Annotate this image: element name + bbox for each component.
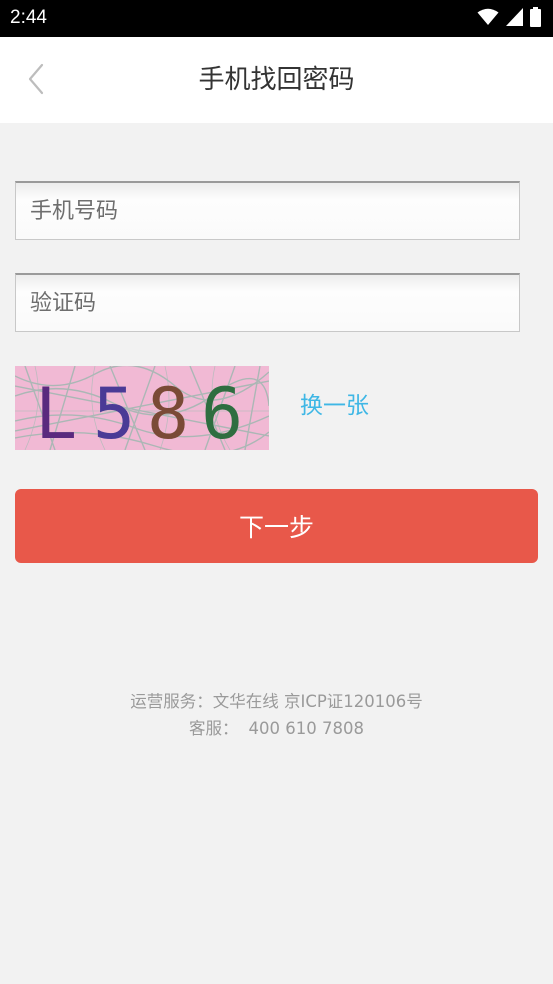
captcha-glyph: L <box>35 373 77 450</box>
page-title: 手机找回密码 <box>198 65 355 95</box>
verification-code-field <box>15 273 520 332</box>
refresh-captcha-link[interactable]: 换一张 <box>300 390 369 422</box>
operator-info: 运营服务：文华在线 京ICP证120106号 <box>130 692 423 711</box>
next-step-button[interactable]: 下一步 <box>15 489 538 563</box>
wifi-icon <box>477 8 499 30</box>
captcha-glyph: 8 <box>147 373 189 450</box>
phone-input[interactable] <box>16 183 519 239</box>
phone-field <box>15 181 520 240</box>
status-icons <box>477 7 541 31</box>
captcha-image[interactable]: L 5 8 6 <box>15 366 269 450</box>
customer-service-label: 客服： <box>189 719 239 738</box>
cell-signal-icon <box>506 8 523 30</box>
customer-service-line: 客服： 400 610 7808 <box>0 715 553 742</box>
customer-service-phone: 400 610 7808 <box>248 719 364 738</box>
verification-code-input[interactable] <box>16 275 519 331</box>
status-time: 2:44 <box>10 7 47 28</box>
battery-icon <box>530 7 541 31</box>
status-bar: 2:44 <box>0 0 553 37</box>
footer: 运营服务：文华在线 京ICP证120106号 客服： 400 610 7808 <box>0 688 553 742</box>
header: 手机找回密码 <box>0 37 553 123</box>
captcha-glyph: 6 <box>201 373 243 450</box>
captcha-glyph: 5 <box>93 373 135 450</box>
